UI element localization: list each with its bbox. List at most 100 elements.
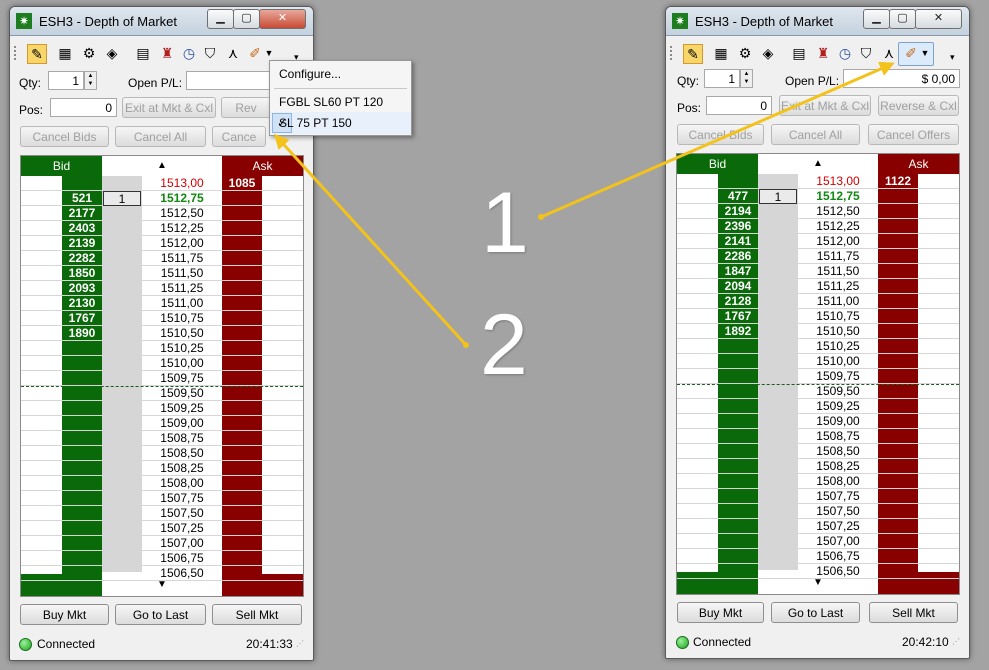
book-icon[interactable]: ♜ [814,44,832,62]
bid-size-cell[interactable]: 1847 [718,264,758,279]
cancel-bids-button[interactable]: Cancel Bids [20,126,109,147]
price-cell[interactable]: 1511,75 [798,249,878,264]
qty-stepper[interactable]: ▲ ▼ [84,71,97,90]
qty-stepper[interactable]: ▲ ▼ [740,69,753,88]
bid-size-cell[interactable]: 2194 [718,204,758,219]
cancel-all-button[interactable]: Cancel All [115,126,206,147]
dropdown-arrow-icon[interactable]: ▼ [920,44,930,62]
price-cell[interactable]: 1506,50 [798,564,878,579]
scroll-up-arrow[interactable]: ▲ [102,156,222,176]
bid-size-cell[interactable]: 2141 [718,234,758,249]
cancel-bids-button[interactable]: Cancel Bids [677,124,764,145]
calendar-icon[interactable]: ▤ [134,44,152,62]
price-cell[interactable]: 1506,75 [142,551,222,566]
bid-size-cell[interactable]: 2128 [718,294,758,309]
price-cell[interactable]: 1509,50 [798,384,878,399]
bid-size-cell[interactable]: 2093 [62,281,102,296]
network-icon[interactable]: ⋏ [224,44,242,62]
price-cell[interactable]: 1509,50 [142,386,222,401]
price-cell[interactable]: 1510,25 [798,339,878,354]
shield-icon[interactable]: ⛉ [201,44,219,62]
gear-icon[interactable]: ⚙ [80,44,98,62]
price-cell[interactable]: 1509,00 [798,414,878,429]
go-to-last-button[interactable]: Go to Last [771,602,860,623]
chart-icon[interactable]: ◈ [759,44,777,62]
price-cell[interactable]: 1511,00 [798,294,878,309]
sell-mkt-button[interactable]: Sell Mkt [212,604,302,625]
bid-size-cell[interactable]: 477 [718,189,758,204]
go-to-last-button[interactable]: Go to Last [115,604,206,625]
ask-header[interactable]: Ask [878,154,959,174]
bid-size-cell[interactable]: 1767 [62,311,102,326]
bid-header[interactable]: Bid [677,154,758,174]
bid-header[interactable]: Bid [21,156,102,176]
ask-header[interactable]: Ask [222,156,303,176]
price-cell[interactable]: 1512,00 [142,236,222,251]
calculator-icon[interactable]: ▦ [712,44,730,62]
clock-icon[interactable]: ◷ [180,44,198,62]
network-icon[interactable]: ⋏ [880,44,898,62]
price-cell[interactable]: 1506,50 [142,566,222,581]
bid-size-cell[interactable]: 1850 [62,266,102,281]
brush-icon[interactable]: ✐ [246,44,264,62]
price-ladder[interactable]: Bid ▲ Ask ▼ 1513,00 1122 1512,75 477 1 1512,5… [676,153,960,595]
brush-icon[interactable]: ✐ [902,44,920,62]
chart-icon[interactable]: ◈ [103,44,121,62]
price-cell[interactable]: 1511,50 [798,264,878,279]
price-cell[interactable]: 1507,50 [798,504,878,519]
maximize-button[interactable]: ▢ [233,9,260,29]
bid-size-cell[interactable]: 1767 [718,309,758,324]
gear-icon[interactable]: ⚙ [736,44,754,62]
minimize-button[interactable]: ▁ [207,9,234,29]
price-cell[interactable]: 1508,75 [142,431,222,446]
clock-icon[interactable]: ◷ [836,44,854,62]
price-cell[interactable]: 1507,75 [142,491,222,506]
price-cell[interactable]: 1510,75 [142,311,222,326]
bid-size-cell[interactable]: 1890 [62,326,102,341]
title-bar[interactable]: ✷ ESH3 - Depth of Market ▁ ▢ ✕ [10,7,313,36]
price-cell[interactable]: 1512,75 [142,191,222,206]
bid-size-cell[interactable]: 2130 [62,296,102,311]
cancel-offers-button[interactable]: Cance [212,126,266,147]
price-cell[interactable]: 1508,25 [798,459,878,474]
price-cell[interactable]: 1512,25 [798,219,878,234]
book-icon[interactable]: ♜ [158,44,176,62]
price-cell[interactable]: 1508,00 [798,474,878,489]
menu-item-configure[interactable]: Configure... [270,63,411,85]
price-cell[interactable]: 1510,50 [798,324,878,339]
price-cell[interactable]: 1507,25 [142,521,222,536]
close-button[interactable]: ✕ [259,9,306,29]
cancel-offers-button[interactable]: Cancel Offers [868,124,959,145]
buy-mkt-button[interactable]: Buy Mkt [677,602,764,623]
price-cell[interactable]: 1512,25 [142,221,222,236]
price-cell[interactable]: 1512,50 [798,204,878,219]
price-cell[interactable]: 1511,25 [142,281,222,296]
price-cell[interactable]: 1507,75 [798,489,878,504]
exit-at-mkt-button[interactable]: Exit at Mkt & Cxl [122,97,216,118]
close-button[interactable]: ✕ [915,9,962,29]
buy-mkt-button[interactable]: Buy Mkt [20,604,109,625]
price-ladder[interactable]: Bid ▲ Ask ▼ 1513,00 1085 1512,75 521 1 1512,5… [20,155,304,597]
toolbar-grip[interactable] [670,46,672,62]
price-cell[interactable]: 1510,50 [142,326,222,341]
ask-size-cell[interactable]: 1122 [878,174,918,189]
shield-icon[interactable]: ⛉ [857,44,875,62]
price-cell[interactable]: 1507,50 [142,506,222,521]
bid-size-cell[interactable]: 2094 [718,279,758,294]
order-qty-cell[interactable]: 1 [103,191,141,206]
overflow-icon[interactable]: ▾ [950,50,960,64]
qty-input[interactable]: 1 [48,71,84,90]
price-cell[interactable]: 1510,25 [142,341,222,356]
price-cell[interactable]: 1508,50 [142,446,222,461]
price-cell[interactable]: 1511,00 [142,296,222,311]
qty-input[interactable]: 1 [704,69,740,88]
pencil-icon[interactable]: ✎ [27,44,47,64]
price-cell[interactable]: 1508,75 [798,429,878,444]
price-cell[interactable]: 1511,25 [798,279,878,294]
price-cell[interactable]: 1510,00 [798,354,878,369]
sell-mkt-button[interactable]: Sell Mkt [869,602,958,623]
price-cell[interactable]: 1512,75 [798,189,878,204]
bid-size-cell[interactable]: 2396 [718,219,758,234]
order-qty-cell[interactable]: 1 [759,189,797,204]
price-cell[interactable]: 1509,25 [798,399,878,414]
